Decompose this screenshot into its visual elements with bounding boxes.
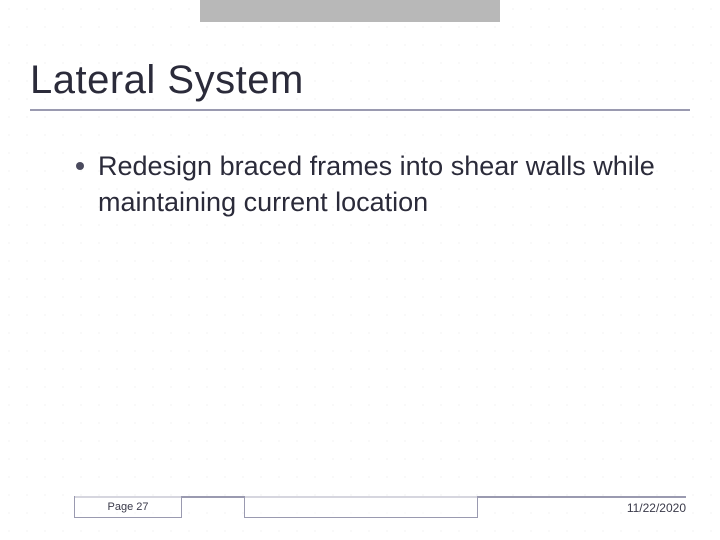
bullet-text: Redesign braced frames into shear walls … <box>98 148 680 221</box>
footer-middle-box <box>244 496 478 518</box>
page-number-box: Page 27 <box>74 496 182 518</box>
content-area: Redesign braced frames into shear walls … <box>76 148 680 221</box>
bullet-item: Redesign braced frames into shear walls … <box>76 148 680 221</box>
bullet-dot-icon <box>76 162 84 170</box>
page-number-label: Page 27 <box>108 501 149 513</box>
slide-title: Lateral System <box>30 58 690 103</box>
title-underline <box>30 109 690 111</box>
top-decorative-bar <box>200 0 500 22</box>
footer-date: 11/22/2020 <box>627 501 686 515</box>
footer: Page 27 11/22/2020 <box>0 496 720 520</box>
title-block: Lateral System <box>30 58 690 111</box>
